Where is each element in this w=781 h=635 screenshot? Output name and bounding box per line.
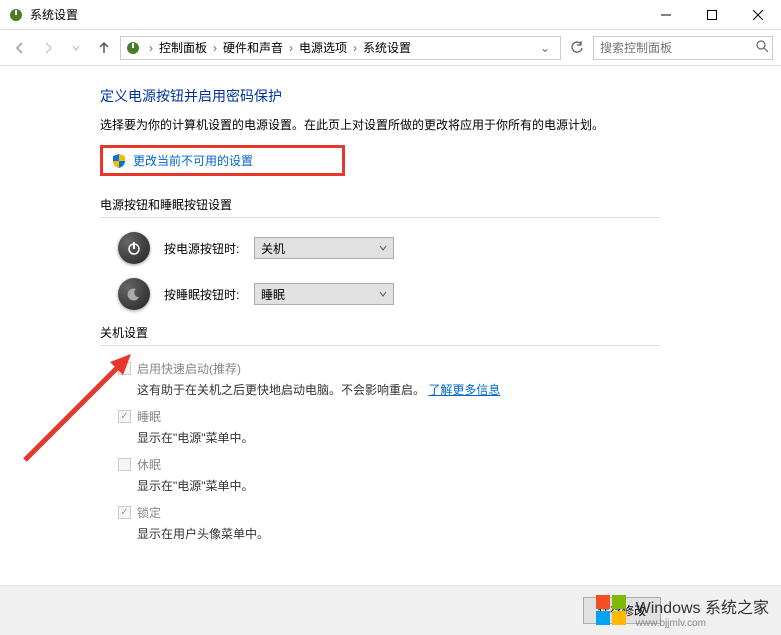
windows-logo-icon — [594, 593, 630, 629]
titlebar: 系统设置 — [0, 0, 781, 30]
breadcrumb-item[interactable]: 控制面板 — [157, 39, 209, 56]
address-bar[interactable]: › 控制面板 › 硬件和声音 › 电源选项 › 系统设置 ⌄ — [120, 36, 561, 60]
shutdown-settings-section: 关机设置 启用快速启动(推荐) 这有助于在关机之后更快地启动电脑。不会影响重启。… — [100, 324, 781, 542]
hibernate-checkbox — [118, 458, 131, 471]
chevron-right-icon: › — [349, 41, 361, 55]
address-dropdown-button[interactable]: ⌄ — [534, 41, 556, 55]
checkbox-row-sleep: 睡眠 — [100, 408, 781, 425]
navbar: › 控制面板 › 硬件和声音 › 电源选项 › 系统设置 ⌄ — [0, 30, 781, 66]
watermark-text: Windows 系统之家 www.bjjmlv.com — [636, 594, 769, 629]
close-button[interactable] — [735, 0, 781, 30]
fast-startup-label: 启用快速启动(推荐) — [137, 360, 241, 377]
breadcrumb-item[interactable]: 电源选项 — [297, 39, 349, 56]
power-button-row: 按电源按钮时: 关机 — [100, 232, 781, 264]
content-area: 定义电源按钮并启用密码保护 选择要为你的计算机设置的电源设置。在此页上对设置所做… — [0, 66, 781, 542]
sleep-checkbox — [118, 410, 131, 423]
chevron-right-icon[interactable]: › — [145, 41, 157, 55]
change-unavailable-settings-link[interactable]: 更改当前不可用的设置 — [133, 152, 253, 169]
sleep-button-row: 按睡眠按钮时: 睡眠 — [100, 278, 781, 310]
maximize-button[interactable] — [689, 0, 735, 30]
dropdown-value: 睡眠 — [261, 286, 379, 303]
learn-more-link[interactable]: 了解更多信息 — [428, 383, 500, 397]
power-button-dropdown[interactable]: 关机 — [254, 237, 394, 259]
chevron-right-icon: › — [285, 41, 297, 55]
checkbox-row-hibernate: 休眠 — [100, 456, 781, 473]
fast-startup-description: 这有助于在关机之后更快地启动电脑。不会影响重启。 了解更多信息 — [100, 381, 781, 398]
search-box[interactable] — [593, 36, 773, 60]
hibernate-description: 显示在"电源"菜单中。 — [100, 477, 781, 494]
button-settings-header: 电源按钮和睡眠按钮设置 — [100, 196, 660, 218]
sleep-button-label: 按睡眠按钮时: — [164, 286, 254, 303]
page-title: 定义电源按钮并启用密码保护 — [100, 86, 781, 106]
refresh-button[interactable] — [565, 36, 589, 60]
lock-label: 锁定 — [137, 504, 161, 521]
power-options-icon — [125, 40, 141, 56]
search-icon[interactable] — [755, 39, 769, 56]
window-title: 系统设置 — [30, 6, 643, 23]
window-controls — [643, 0, 781, 30]
breadcrumb: 控制面板 › 硬件和声音 › 电源选项 › 系统设置 — [157, 39, 534, 56]
recent-locations-button[interactable] — [64, 36, 88, 60]
watermark: Windows 系统之家 www.bjjmlv.com — [594, 593, 769, 629]
sleep-button-icon — [118, 278, 150, 310]
checkbox-row-fast-startup: 启用快速启动(推荐) — [100, 360, 781, 377]
forward-button[interactable] — [36, 36, 60, 60]
search-input[interactable] — [600, 41, 755, 55]
minimize-button[interactable] — [643, 0, 689, 30]
chevron-down-icon — [379, 244, 387, 252]
back-button[interactable] — [8, 36, 32, 60]
sleep-label: 睡眠 — [137, 408, 161, 425]
breadcrumb-item[interactable]: 系统设置 — [361, 39, 413, 56]
shutdown-settings-header: 关机设置 — [100, 324, 660, 346]
sleep-description: 显示在"电源"菜单中。 — [100, 429, 781, 446]
up-button[interactable] — [92, 36, 116, 60]
shield-icon — [111, 153, 127, 169]
dropdown-value: 关机 — [261, 240, 379, 257]
power-button-label: 按电源按钮时: — [164, 240, 254, 257]
checkbox-row-lock: 锁定 — [100, 504, 781, 521]
breadcrumb-item[interactable]: 硬件和声音 — [221, 39, 285, 56]
power-button-icon — [118, 232, 150, 264]
fast-startup-checkbox — [118, 362, 131, 375]
chevron-right-icon: › — [209, 41, 221, 55]
lock-checkbox — [118, 506, 131, 519]
hibernate-label: 休眠 — [137, 456, 161, 473]
sleep-button-dropdown[interactable]: 睡眠 — [254, 283, 394, 305]
chevron-down-icon — [379, 290, 387, 298]
page-description: 选择要为你的计算机设置的电源设置。在此页上对设置所做的更改将应用于你所有的电源计… — [100, 116, 781, 133]
change-settings-highlight: 更改当前不可用的设置 — [100, 145, 345, 176]
power-options-icon — [8, 7, 24, 23]
lock-description: 显示在用户头像菜单中。 — [100, 525, 781, 542]
